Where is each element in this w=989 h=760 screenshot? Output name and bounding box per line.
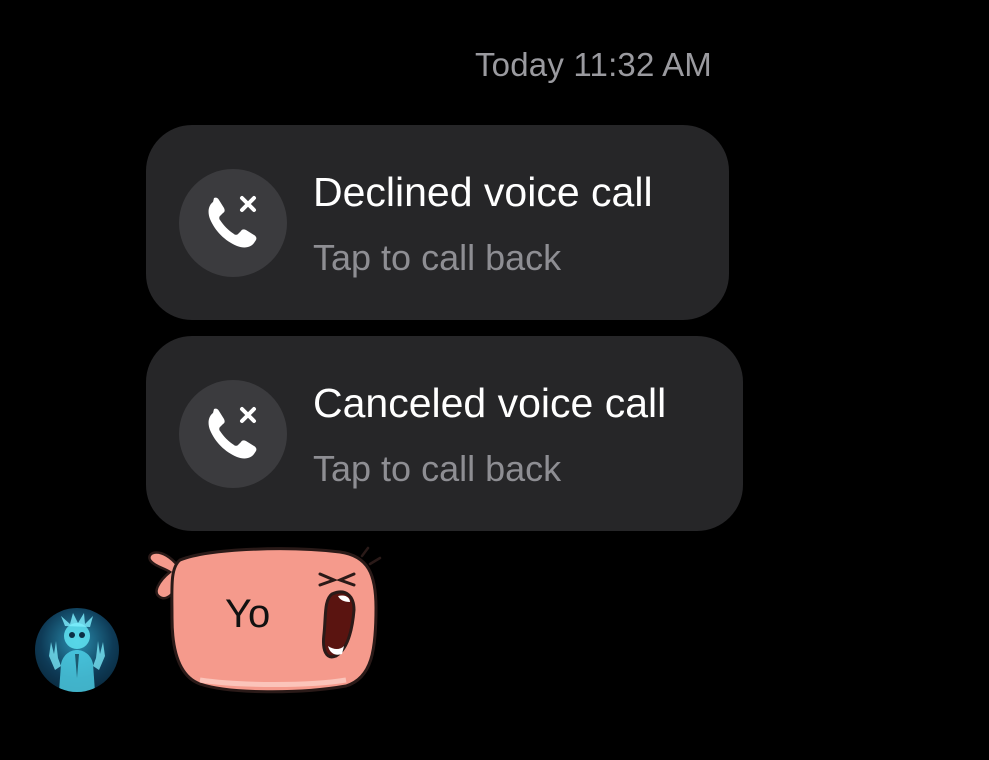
missed-call-icon <box>179 169 287 277</box>
call-title: Declined voice call <box>313 169 653 215</box>
call-back-hint: Tap to call back <box>313 448 562 489</box>
call-title: Canceled voice call <box>313 380 667 426</box>
canceled-call-card[interactable]: Canceled voice call Tap to call back <box>146 336 743 531</box>
sticker-text: Yo <box>225 592 271 636</box>
yo-sticker[interactable]: Yo <box>140 538 390 698</box>
call-back-hint: Tap to call back <box>313 237 562 278</box>
declined-call-card[interactable]: Declined voice call Tap to call back <box>146 125 729 320</box>
contact-avatar[interactable] <box>35 608 119 692</box>
missed-call-icon <box>179 380 287 488</box>
message-timestamp: Today 11:32 AM <box>474 46 712 83</box>
